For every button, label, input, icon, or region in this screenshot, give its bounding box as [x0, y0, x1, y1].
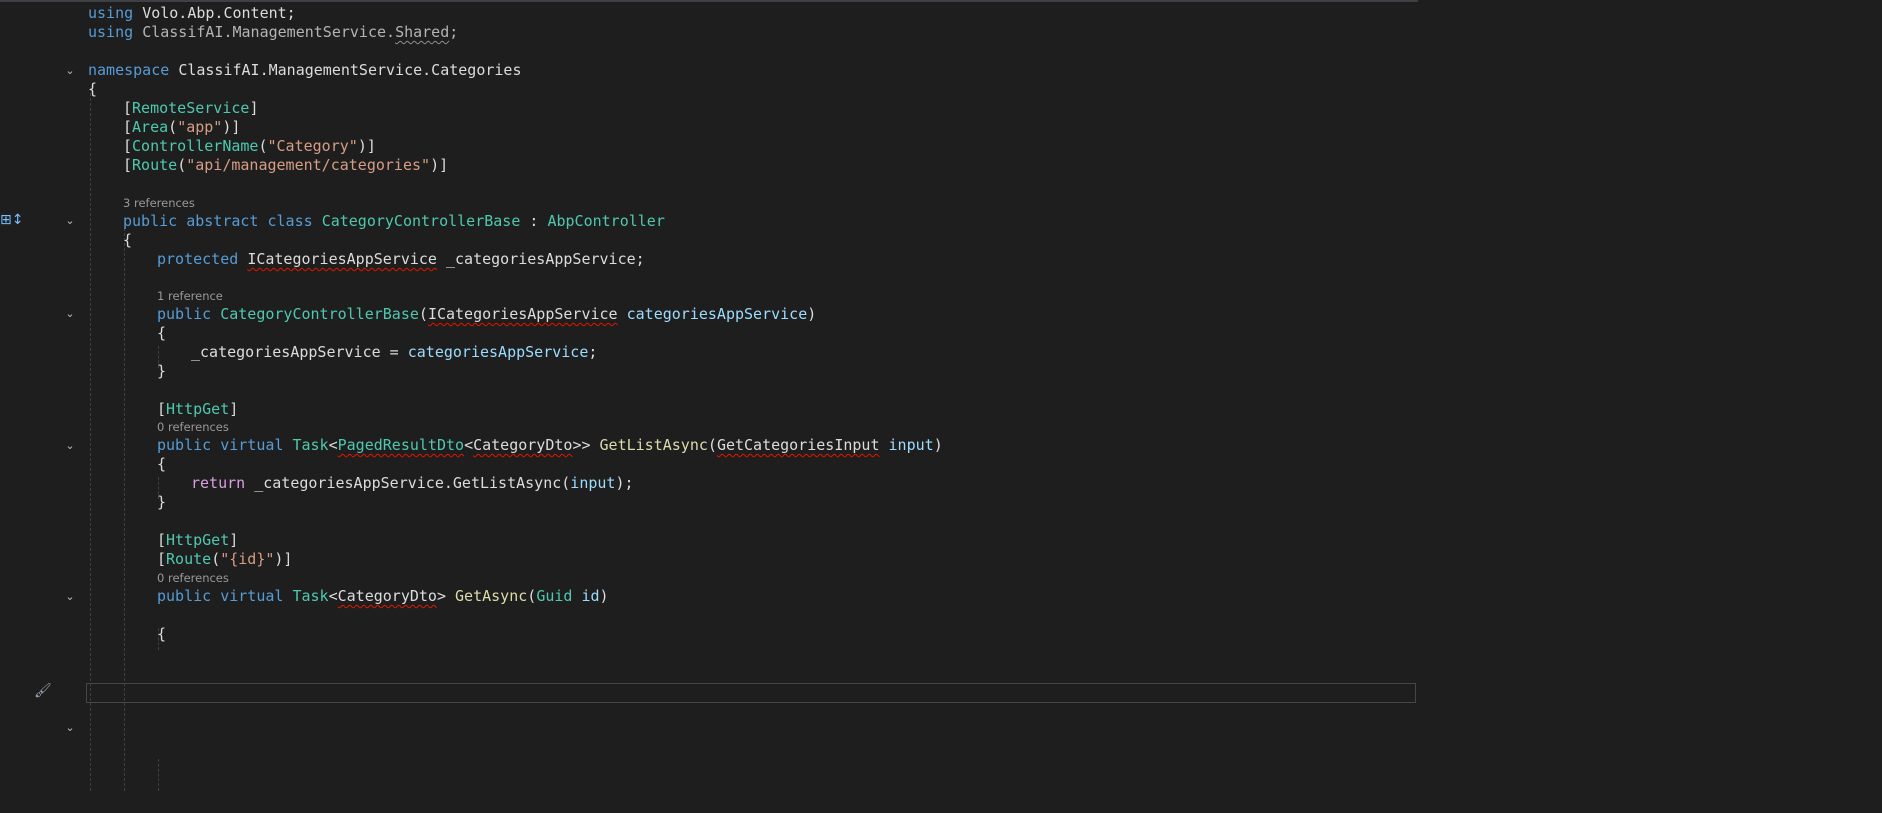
code-line: public virtual Task<CategoryDto> GetAsyn…	[157, 587, 609, 605]
code-line: return _categoriesAppService.GetListAsyn…	[191, 474, 634, 492]
codelens-references[interactable]: 1 reference	[157, 289, 223, 303]
quick-actions-brush-icon[interactable]: 🖌	[34, 683, 52, 699]
code-line: protected ICategoriesAppService _categor…	[157, 250, 645, 268]
fold-class-icon[interactable]: ⌄	[64, 215, 76, 227]
code-editor[interactable]: ⌄ ⌄ ⌄ ⌄ ⌄ ⌄ ⊞↕ 🖌 using Volo.Abp.Content;…	[0, 0, 1418, 791]
code-line: using ClassifAI.ManagementService.Shared…	[88, 23, 459, 41]
code-line: [Route("api/management/categories")]	[123, 156, 449, 174]
code-line: {	[88, 80, 98, 98]
code-line: namespace ClassifAI.ManagementService.Ca…	[88, 61, 522, 79]
code-line: }	[157, 362, 167, 380]
fold-constructor-icon[interactable]: ⌄	[64, 308, 76, 320]
fold-namespace-icon[interactable]: ⌄	[64, 65, 76, 77]
codelens-references[interactable]: 0 references	[157, 420, 229, 434]
code-line: public CategoryControllerBase(ICategorie…	[157, 305, 817, 323]
code-line: _categoriesAppService = categoriesAppSer…	[191, 343, 598, 361]
code-line: [Area("app")]	[123, 118, 241, 136]
code-line: {	[157, 324, 167, 342]
code-line: [ControllerName("Category")]	[123, 137, 376, 155]
code-line: {	[157, 625, 167, 643]
code-line: }	[157, 493, 167, 511]
code-line: [HttpGet]	[157, 400, 239, 418]
code-line: public abstract class CategoryController…	[123, 212, 665, 230]
code-area[interactable]: using Volo.Abp.Content; using ClassifAI.…	[88, 0, 1414, 791]
code-line: using Volo.Abp.Content;	[88, 4, 296, 22]
code-line: public virtual Task<PagedResultDto<Categ…	[157, 436, 943, 454]
fold-get-icon[interactable]: ⌄	[64, 591, 76, 603]
class-diagram-icon[interactable]: ⊞↕	[0, 212, 23, 228]
fold-getlist-icon[interactable]: ⌄	[64, 440, 76, 452]
fold-create-icon[interactable]: ⌄	[64, 722, 76, 734]
codelens-references[interactable]: 3 references	[123, 196, 195, 210]
code-line: [Route("{id}")]	[157, 550, 293, 568]
editor-gutter: ⌄ ⌄ ⌄ ⌄ ⌄ ⌄ ⊞↕ 🖌	[0, 0, 80, 791]
code-line: [RemoteService]	[123, 99, 259, 117]
code-line: {	[123, 231, 133, 249]
codelens-references[interactable]: 0 references	[157, 571, 229, 585]
code-line: {	[157, 455, 167, 473]
code-line: [HttpGet]	[157, 531, 239, 549]
